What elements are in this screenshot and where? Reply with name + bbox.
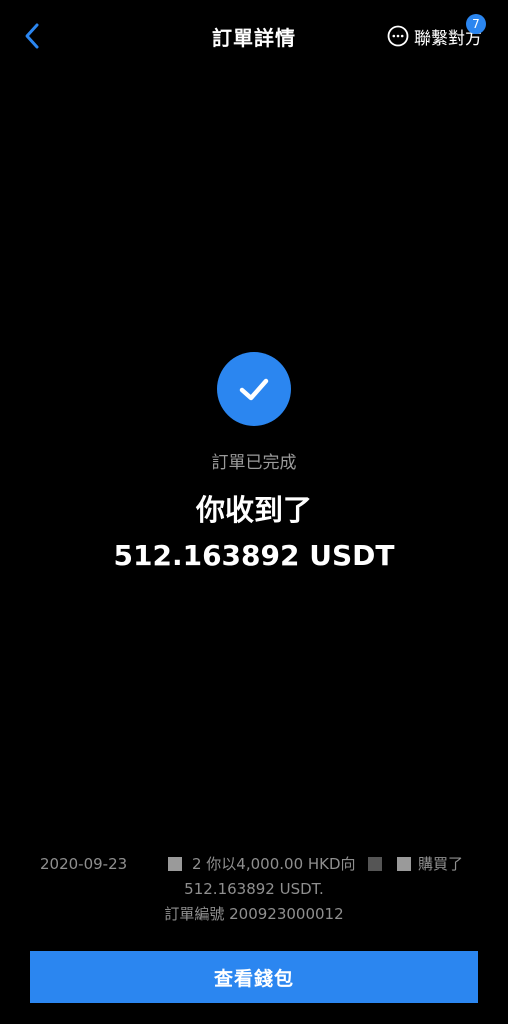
check-icon <box>239 378 269 401</box>
order-description: 2 你以4,000.00 HKD向 <box>192 855 356 873</box>
order-status-label: 訂單已完成 <box>211 453 297 473</box>
redacted-block <box>397 857 411 871</box>
view-wallet-button[interactable]: 查看錢包 <box>30 951 478 1003</box>
received-amount: 512.163892 USDT <box>113 539 395 572</box>
redacted-block <box>168 857 182 871</box>
order-amount-line: 512.163892 USDT. <box>184 880 324 898</box>
order-date: 2020-09-23 <box>40 855 128 873</box>
unread-badge: 7 <box>466 14 486 34</box>
order-number: 訂單編號 200923000012 <box>164 905 344 923</box>
purchased-text: 購買了 <box>418 855 464 873</box>
success-check-badge <box>217 352 291 426</box>
order-details: 2020-09-23 2 你以4,000.00 HKD向 購買了 512.163… <box>0 852 508 927</box>
contact-counterparty-button[interactable]: 聯繫對方 7 <box>386 14 486 52</box>
order-detail-line: 2020-09-23 2 你以4,000.00 HKD向 購買了 <box>0 852 508 877</box>
received-heading: 你收到了 <box>195 493 312 527</box>
order-status-section: 訂單已完成 你收到了 512.163892 USDT <box>0 352 508 572</box>
redacted-block <box>368 857 382 871</box>
top-bar: 訂單詳情 聯繫對方 7 <box>0 0 508 72</box>
chat-bubble-icon <box>387 25 409 47</box>
